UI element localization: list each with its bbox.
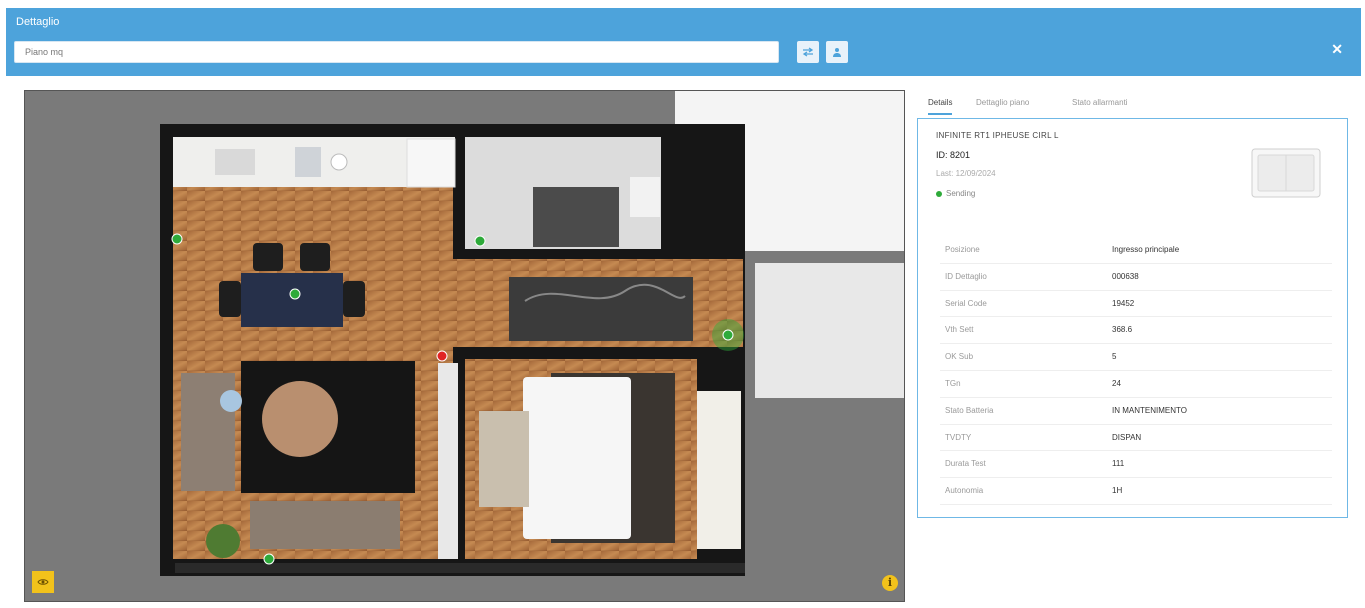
property-row: Serial Code 19452 [940,291,1332,318]
property-row: TVDTY DISPAN [940,425,1332,452]
close-icon[interactable]: ✕ [1331,41,1343,58]
property-label: TGn [945,378,961,388]
device-marker-selected [722,329,734,341]
property-value: 19452 [1112,298,1135,308]
property-label: OK Sub [945,352,974,362]
user-icon [833,48,841,57]
device-properties: Posizione Ingresso principale ID Dettagli… [940,237,1332,505]
device-marker [474,235,486,247]
swap-button[interactable] [797,41,819,63]
property-label: Durata Test [945,459,986,469]
property-value: 5 [1112,352,1117,362]
property-value: 368.6 [1112,325,1133,335]
property-row: TGn 24 [940,371,1332,398]
property-value: 24 [1112,378,1121,388]
info-icon[interactable]: i [882,575,898,591]
device-marker [289,288,301,300]
property-row: Durata Test 111 [940,451,1332,479]
property-row: Autonomia 1H [940,478,1332,505]
device-marker [171,233,183,245]
device-marker-alert [436,350,448,362]
property-label: ID Dettaglio [945,271,987,281]
property-label: Serial Code [945,298,987,308]
property-row: OK Sub 5 [940,344,1332,371]
search-input[interactable]: Piano mq [14,41,779,63]
property-row: ID Dettaglio 000638 [940,264,1332,291]
detail-header: Dettaglio Piano mq ✕ [6,8,1361,76]
tab-stato-allarmanti[interactable]: Stato allarmanti [1072,95,1128,113]
property-value: DISPAN [1112,432,1142,442]
device-details-panel: INFINITE RT1 IPHEUSE CIRL L ID: 8201 Las… [917,118,1348,518]
tab-details[interactable]: Details [928,95,953,115]
eye-icon [37,579,49,585]
property-row: Vth Sett 368.6 [940,317,1332,345]
property-label: TVDTY [945,432,972,442]
property-value: 000638 [1112,271,1139,281]
property-row: Stato Batteria IN MANTENIMENTO [940,398,1332,425]
swap-icon [802,47,814,57]
property-row: Posizione Ingresso principale [940,237,1332,264]
device-last-seen: Last: 12/09/2024 [936,169,996,178]
property-value: Ingresso principale [1112,245,1180,254]
status-dot-icon [936,190,942,197]
floorplan-viewer[interactable]: i [24,90,905,602]
device-id: ID: 8201 [936,150,971,160]
device-image [1251,148,1321,198]
property-label: Posizione [945,245,980,254]
property-value: IN MANTENIMENTO [1112,405,1187,415]
property-label: Stato Batteria [945,405,994,415]
property-label: Vth Sett [945,325,974,335]
device-markers [171,233,744,565]
device-marker [263,553,275,565]
device-status-label: Sending [946,189,976,198]
property-value: 111 [1112,459,1125,469]
view-mode-button[interactable] [32,571,54,593]
device-name: INFINITE RT1 IPHEUSE CIRL L [936,131,1059,140]
property-value: 1H [1112,486,1123,496]
user-button[interactable] [826,41,848,63]
property-label: Autonomia [945,486,984,496]
tab-dettaglio-piano[interactable]: Dettaglio piano [976,95,1029,113]
device-status: Sending [936,189,975,198]
header-title: Dettaglio [16,16,60,28]
